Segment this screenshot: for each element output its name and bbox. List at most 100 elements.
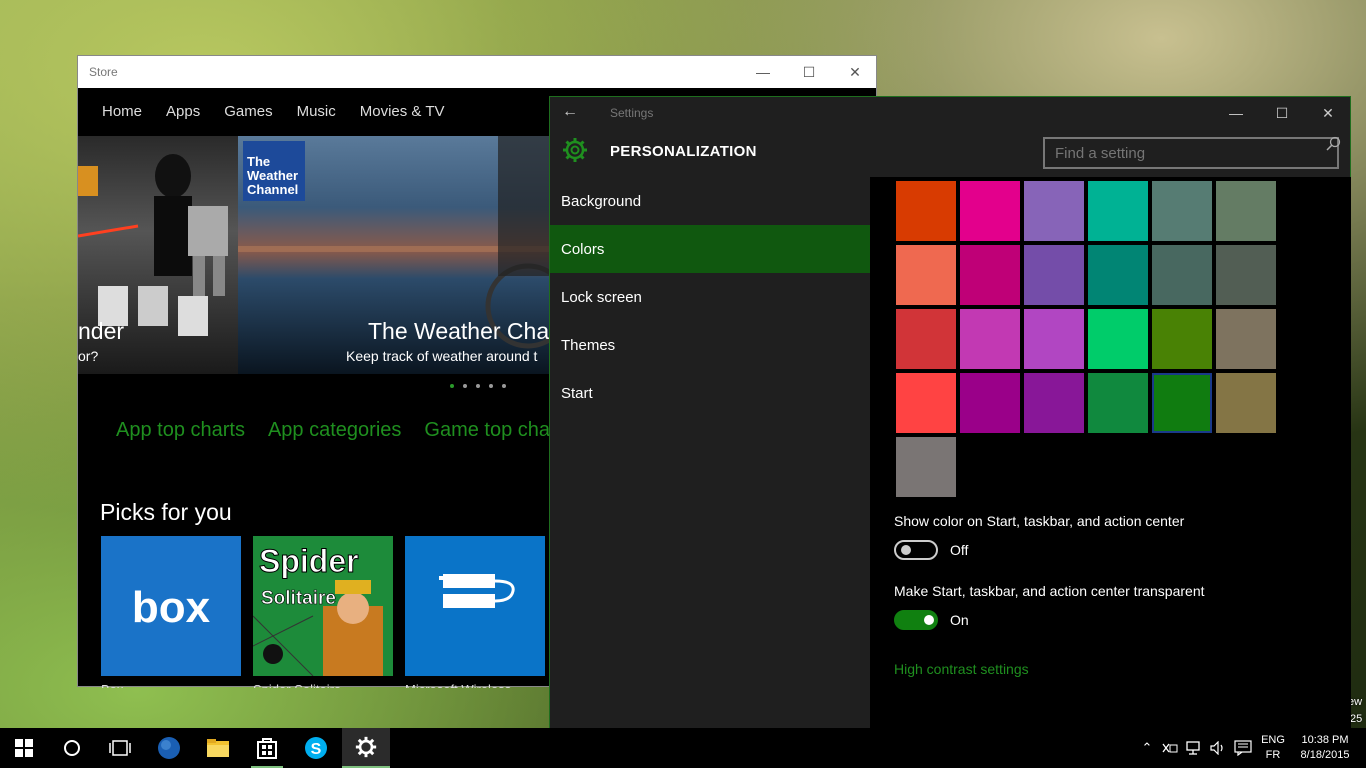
color-swatch[interactable]	[1216, 309, 1276, 369]
minimize-button[interactable]: —	[1213, 97, 1259, 129]
hero-left-subtitle: or?	[78, 348, 99, 364]
color-swatch-selected[interactable]	[1152, 373, 1212, 433]
settings-sidebar: Background Colors Lock screen Themes Sta…	[550, 177, 870, 728]
color-swatch[interactable]	[1216, 181, 1276, 241]
spider-solitaire-art: Spider Solitaire	[252, 543, 383, 677]
color-swatch[interactable]	[1216, 373, 1276, 433]
search-icon[interactable]	[1326, 136, 1341, 151]
link-app-top-charts[interactable]: App top charts	[116, 419, 245, 442]
clock-time: 10:38 PM	[1301, 734, 1349, 746]
color-swatch[interactable]	[960, 181, 1020, 241]
nav-games[interactable]: Games	[212, 103, 284, 120]
color-swatch[interactable]	[1152, 181, 1212, 241]
color-swatch[interactable]	[960, 373, 1020, 433]
chevron-up-icon[interactable]: ⌃	[1137, 728, 1157, 768]
store-links: App top charts App categories Game top c…	[116, 419, 550, 442]
color-swatch[interactable]	[1024, 373, 1084, 433]
color-swatch[interactable]	[960, 309, 1020, 369]
color-swatch[interactable]	[1024, 245, 1084, 305]
sidebar-item-start[interactable]: Start	[550, 369, 870, 417]
globe-icon	[158, 737, 180, 759]
folder-icon	[207, 739, 229, 757]
nav-home[interactable]: Home	[90, 103, 154, 120]
color-swatch[interactable]	[1216, 245, 1276, 305]
color-swatch[interactable]	[1088, 181, 1148, 241]
tile-spider-label: Spider Solitaire	[253, 682, 393, 688]
color-swatch[interactable]	[1088, 309, 1148, 369]
taskbar-skype[interactable]: S	[292, 728, 340, 768]
nav-movies-tv[interactable]: Movies & TV	[348, 103, 457, 120]
color-swatch[interactable]	[896, 437, 956, 497]
carousel-dot[interactable]	[463, 384, 467, 388]
message-icon	[1234, 740, 1252, 756]
volume-icon[interactable]	[1208, 728, 1230, 768]
taskbar-browser[interactable]	[145, 728, 193, 768]
settings-header: PERSONALIZATION	[550, 129, 1350, 177]
page-title: PERSONALIZATION	[610, 143, 757, 160]
taskbar: S ⌃ ENG FR 10:38 PM 8/18/2015	[0, 728, 1366, 768]
link-game-top-charts[interactable]: Game top cha	[424, 419, 550, 442]
keyboard-icon[interactable]	[1160, 728, 1180, 768]
sidebar-item-lock-screen[interactable]: Lock screen	[550, 273, 870, 321]
tile-spider-solitaire[interactable]: Spider Solitaire	[252, 536, 393, 677]
sidebar-item-themes[interactable]: Themes	[550, 321, 870, 369]
maximize-button[interactable]: ☐	[1259, 97, 1305, 129]
close-button[interactable]: ✕	[832, 56, 878, 88]
carousel-dot[interactable]	[502, 384, 506, 388]
show-color-label: Show color on Start, taskbar, and action…	[894, 513, 1185, 529]
box-logo-text: box	[132, 583, 211, 632]
sidebar-item-label: Start	[561, 384, 593, 402]
network-icon[interactable]	[1184, 728, 1206, 768]
color-swatch[interactable]	[1024, 309, 1084, 369]
close-button[interactable]: ✕	[1305, 97, 1351, 129]
language-indicator[interactable]: ENG FR	[1261, 733, 1285, 763]
color-swatch[interactable]	[960, 245, 1020, 305]
weather-channel-logo: The Weather Channel	[243, 141, 305, 201]
nav-apps[interactable]: Apps	[154, 103, 212, 120]
toggle-knob	[924, 615, 934, 625]
sidebar-item-colors[interactable]: Colors	[550, 225, 870, 273]
hero-carousel[interactable]: The Weather Channel nder or? The Weather…	[78, 136, 550, 374]
action-center-icon[interactable]	[1232, 728, 1254, 768]
sidebar-item-label: Colors	[561, 240, 605, 258]
language-secondary: FR	[1265, 749, 1281, 761]
tile-box-label: Box	[101, 682, 241, 688]
color-swatch[interactable]	[1152, 245, 1212, 305]
settings-titlebar[interactable]: ← Settings — ☐ ✕	[550, 97, 1350, 129]
transparent-toggle[interactable]	[894, 610, 938, 630]
back-arrow-icon[interactable]: ←	[562, 103, 578, 121]
tile-box[interactable]: box	[101, 536, 241, 676]
taskbar-store[interactable]	[243, 728, 291, 768]
cortana-button[interactable]	[48, 728, 96, 768]
color-swatch[interactable]	[896, 309, 956, 369]
color-swatch[interactable]	[1088, 373, 1148, 433]
tile-microsoft-wireless[interactable]	[405, 536, 545, 676]
color-swatch[interactable]	[896, 245, 956, 305]
carousel-dot[interactable]	[450, 384, 454, 388]
start-button[interactable]	[0, 728, 48, 768]
show-color-toggle[interactable]	[894, 540, 938, 560]
maximize-button[interactable]: ☐	[786, 56, 832, 88]
color-swatch[interactable]	[1152, 309, 1212, 369]
svg-text:Spider: Spider	[259, 543, 359, 579]
color-swatch[interactable]	[896, 181, 956, 241]
high-contrast-link[interactable]: High contrast settings	[894, 661, 1029, 677]
usb-icon	[439, 574, 515, 608]
minimize-button[interactable]: —	[740, 56, 786, 88]
taskbar-settings[interactable]	[342, 728, 390, 768]
task-view-button[interactable]	[96, 728, 144, 768]
color-swatch[interactable]	[1024, 181, 1084, 241]
color-swatch[interactable]	[896, 373, 956, 433]
sidebar-item-background[interactable]: Background	[550, 177, 870, 225]
nav-music[interactable]: Music	[285, 103, 348, 120]
carousel-dots[interactable]	[450, 384, 506, 388]
search-input[interactable]	[1043, 137, 1339, 169]
clock[interactable]: 10:38 PM 8/18/2015	[1296, 733, 1354, 763]
taskbar-file-explorer[interactable]	[194, 728, 242, 768]
color-swatch[interactable]	[1088, 245, 1148, 305]
link-app-categories[interactable]: App categories	[268, 419, 401, 442]
picks-title: Picks for you	[100, 499, 232, 525]
input-indicator-icon	[1162, 743, 1178, 753]
carousel-dot[interactable]	[476, 384, 480, 388]
carousel-dot[interactable]	[489, 384, 493, 388]
